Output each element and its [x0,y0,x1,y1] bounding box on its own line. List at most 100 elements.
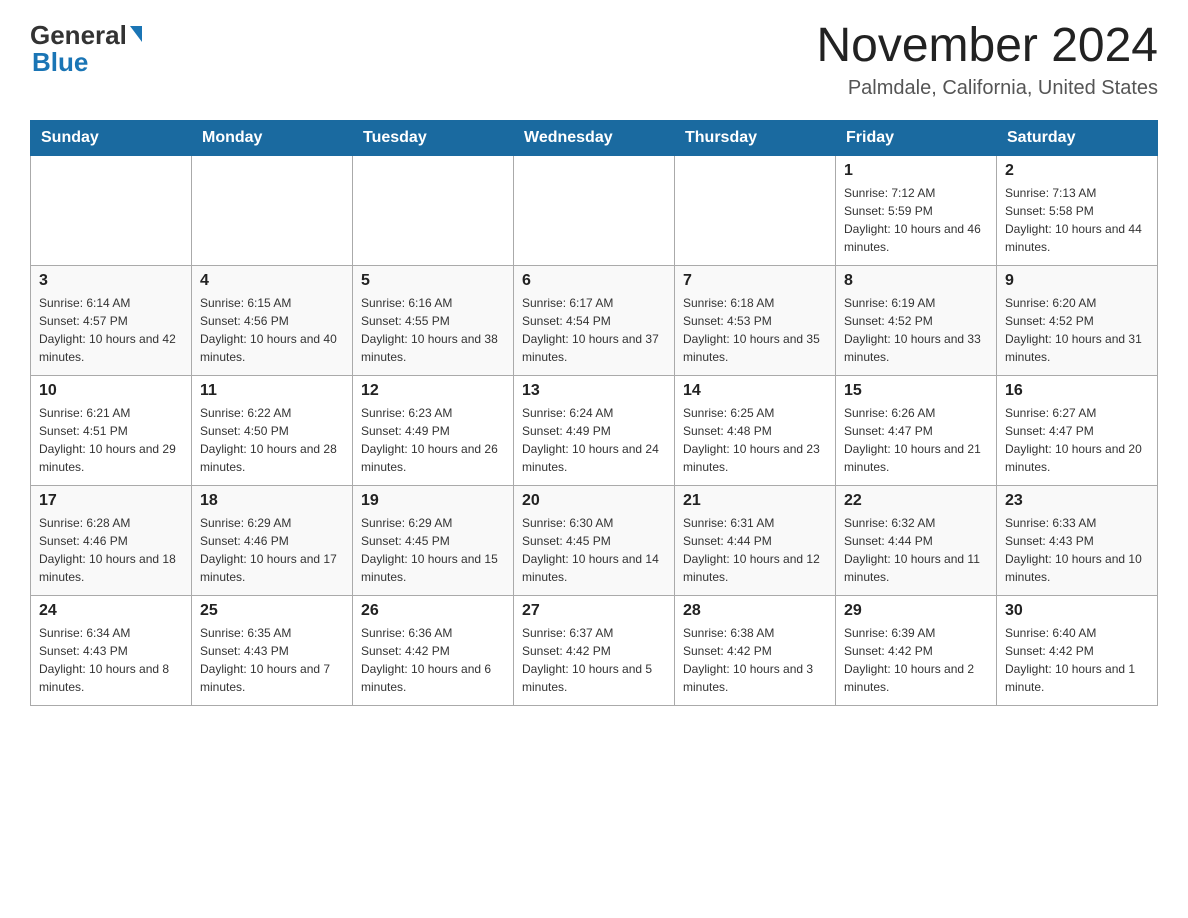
day-info: Sunrise: 6:14 AM Sunset: 4:57 PM Dayligh… [39,294,183,366]
day-info: Sunrise: 6:32 AM Sunset: 4:44 PM Dayligh… [844,514,988,586]
month-title: November 2024 [816,20,1158,73]
calendar-cell: 18Sunrise: 6:29 AM Sunset: 4:46 PM Dayli… [192,485,353,595]
calendar-cell: 24Sunrise: 6:34 AM Sunset: 4:43 PM Dayli… [31,595,192,705]
calendar-cell: 1Sunrise: 7:12 AM Sunset: 5:59 PM Daylig… [836,155,997,265]
calendar-cell: 27 Sunrise: 6:37 AM Sunset: 4:42 PM Dayli… [514,595,675,705]
day-info: Sunrise: 6:24 AM Sunset: 4:49 PM Dayligh… [522,404,666,476]
day-info: Sunrise: 6:25 AM Sunset: 4:48 PM Dayligh… [683,404,827,476]
day-number: 28 [683,602,827,620]
day-info: Sunrise: 6:19 AM Sunset: 4:52 PM Dayligh… [844,294,988,366]
day-number: 16 [1005,382,1149,400]
day-info: Sunrise: 6:26 AM Sunset: 4:47 PM Dayligh… [844,404,988,476]
day-number: 25 [200,602,344,620]
calendar-cell: 25 Sunrise: 6:35 AM Sunset: 4:43 PM Dayli… [192,595,353,705]
logo-blue-text: Blue [32,47,88,78]
calendar-cell: 28 Sunrise: 6:38 AM Sunset: 4:42 PM Dayli… [675,595,836,705]
day-info: Sunrise: 6:21 AM Sunset: 4:51 PM Dayligh… [39,404,183,476]
day-number: 27 [522,602,666,620]
day-number: 26 [361,602,505,620]
calendar-cell: 4 Sunrise: 6:15 AM Sunset: 4:56 PM Daylig… [192,265,353,375]
calendar-cell: 10 Sunrise: 6:21 AM Sunset: 4:51 PM Dayli… [31,375,192,485]
day-info: Sunrise: 7:12 AM Sunset: 5:59 PM Dayligh… [844,184,988,256]
location-text: Palmdale, California, United States [816,77,1158,100]
day-number: 11 [200,382,344,400]
day-info: Sunrise: 6:35 AM Sunset: 4:43 PM Dayligh… [200,624,344,696]
weekday-header-friday: Friday [836,120,997,155]
day-number: 29 [844,602,988,620]
calendar-week-row: 24Sunrise: 6:34 AM Sunset: 4:43 PM Dayli… [31,595,1158,705]
title-area: November 2024 Palmdale, California, Unit… [816,20,1158,100]
calendar-cell: 20 Sunrise: 6:30 AM Sunset: 4:45 PM Dayli… [514,485,675,595]
day-info: Sunrise: 6:16 AM Sunset: 4:55 PM Dayligh… [361,294,505,366]
logo: General Blue [30,20,142,78]
weekday-header-thursday: Thursday [675,120,836,155]
day-number: 17 [39,492,183,510]
day-info: Sunrise: 6:27 AM Sunset: 4:47 PM Dayligh… [1005,404,1149,476]
logo-triangle-icon [130,26,142,42]
weekday-header-wednesday: Wednesday [514,120,675,155]
calendar-week-row: 17 Sunrise: 6:28 AM Sunset: 4:46 PM Dayli… [31,485,1158,595]
calendar-cell: 13 Sunrise: 6:24 AM Sunset: 4:49 PM Dayli… [514,375,675,485]
day-number: 13 [522,382,666,400]
calendar-cell: 22 Sunrise: 6:32 AM Sunset: 4:44 PM Dayli… [836,485,997,595]
calendar-cell: 7 Sunrise: 6:18 AM Sunset: 4:53 PM Daylig… [675,265,836,375]
day-number: 23 [1005,492,1149,510]
day-info: Sunrise: 6:38 AM Sunset: 4:42 PM Dayligh… [683,624,827,696]
calendar-cell: 8 Sunrise: 6:19 AM Sunset: 4:52 PM Daylig… [836,265,997,375]
calendar-cell [514,155,675,265]
weekday-header-tuesday: Tuesday [353,120,514,155]
day-number: 4 [200,272,344,290]
calendar-cell: 19Sunrise: 6:29 AM Sunset: 4:45 PM Dayli… [353,485,514,595]
calendar-cell: 15 Sunrise: 6:26 AM Sunset: 4:47 PM Dayli… [836,375,997,485]
day-number: 10 [39,382,183,400]
calendar-cell: 3 Sunrise: 6:14 AM Sunset: 4:57 PM Daylig… [31,265,192,375]
calendar-week-row: 3 Sunrise: 6:14 AM Sunset: 4:57 PM Daylig… [31,265,1158,375]
day-number: 22 [844,492,988,510]
calendar-cell: 21 Sunrise: 6:31 AM Sunset: 4:44 PM Dayli… [675,485,836,595]
day-info: Sunrise: 6:40 AM Sunset: 4:42 PM Dayligh… [1005,624,1149,696]
calendar-cell: 5 Sunrise: 6:16 AM Sunset: 4:55 PM Daylig… [353,265,514,375]
day-number: 8 [844,272,988,290]
day-number: 5 [361,272,505,290]
calendar-week-row: 1Sunrise: 7:12 AM Sunset: 5:59 PM Daylig… [31,155,1158,265]
day-info: Sunrise: 6:29 AM Sunset: 4:46 PM Dayligh… [200,514,344,586]
calendar-cell: 29Sunrise: 6:39 AM Sunset: 4:42 PM Dayli… [836,595,997,705]
calendar-cell [353,155,514,265]
calendar-cell: 14Sunrise: 6:25 AM Sunset: 4:48 PM Dayli… [675,375,836,485]
day-info: Sunrise: 6:15 AM Sunset: 4:56 PM Dayligh… [200,294,344,366]
day-number: 15 [844,382,988,400]
day-info: Sunrise: 6:29 AM Sunset: 4:45 PM Dayligh… [361,514,505,586]
day-number: 30 [1005,602,1149,620]
day-number: 12 [361,382,505,400]
day-number: 7 [683,272,827,290]
calendar-cell: 6 Sunrise: 6:17 AM Sunset: 4:54 PM Daylig… [514,265,675,375]
calendar-cell: 30 Sunrise: 6:40 AM Sunset: 4:42 PM Dayli… [997,595,1158,705]
day-number: 9 [1005,272,1149,290]
day-info: Sunrise: 6:33 AM Sunset: 4:43 PM Dayligh… [1005,514,1149,586]
day-info: Sunrise: 6:18 AM Sunset: 4:53 PM Dayligh… [683,294,827,366]
day-number: 2 [1005,162,1149,180]
calendar-cell [192,155,353,265]
day-info: Sunrise: 6:22 AM Sunset: 4:50 PM Dayligh… [200,404,344,476]
weekday-header-row: SundayMondayTuesdayWednesdayThursdayFrid… [31,120,1158,155]
day-number: 20 [522,492,666,510]
calendar-cell: 26Sunrise: 6:36 AM Sunset: 4:42 PM Dayli… [353,595,514,705]
day-number: 24 [39,602,183,620]
day-info: Sunrise: 6:31 AM Sunset: 4:44 PM Dayligh… [683,514,827,586]
calendar-table: SundayMondayTuesdayWednesdayThursdayFrid… [30,120,1158,706]
day-info: Sunrise: 6:20 AM Sunset: 4:52 PM Dayligh… [1005,294,1149,366]
day-info: Sunrise: 6:30 AM Sunset: 4:45 PM Dayligh… [522,514,666,586]
calendar-cell: 2Sunrise: 7:13 AM Sunset: 5:58 PM Daylig… [997,155,1158,265]
weekday-header-sunday: Sunday [31,120,192,155]
day-number: 6 [522,272,666,290]
day-number: 3 [39,272,183,290]
calendar-week-row: 10 Sunrise: 6:21 AM Sunset: 4:51 PM Dayli… [31,375,1158,485]
day-info: Sunrise: 6:37 AM Sunset: 4:42 PM Dayligh… [522,624,666,696]
page-header: General Blue November 2024 Palmdale, Cal… [30,20,1158,100]
day-info: Sunrise: 6:17 AM Sunset: 4:54 PM Dayligh… [522,294,666,366]
weekday-header-monday: Monday [192,120,353,155]
calendar-cell: 17 Sunrise: 6:28 AM Sunset: 4:46 PM Dayli… [31,485,192,595]
day-info: Sunrise: 6:28 AM Sunset: 4:46 PM Dayligh… [39,514,183,586]
day-number: 21 [683,492,827,510]
day-info: Sunrise: 6:23 AM Sunset: 4:49 PM Dayligh… [361,404,505,476]
